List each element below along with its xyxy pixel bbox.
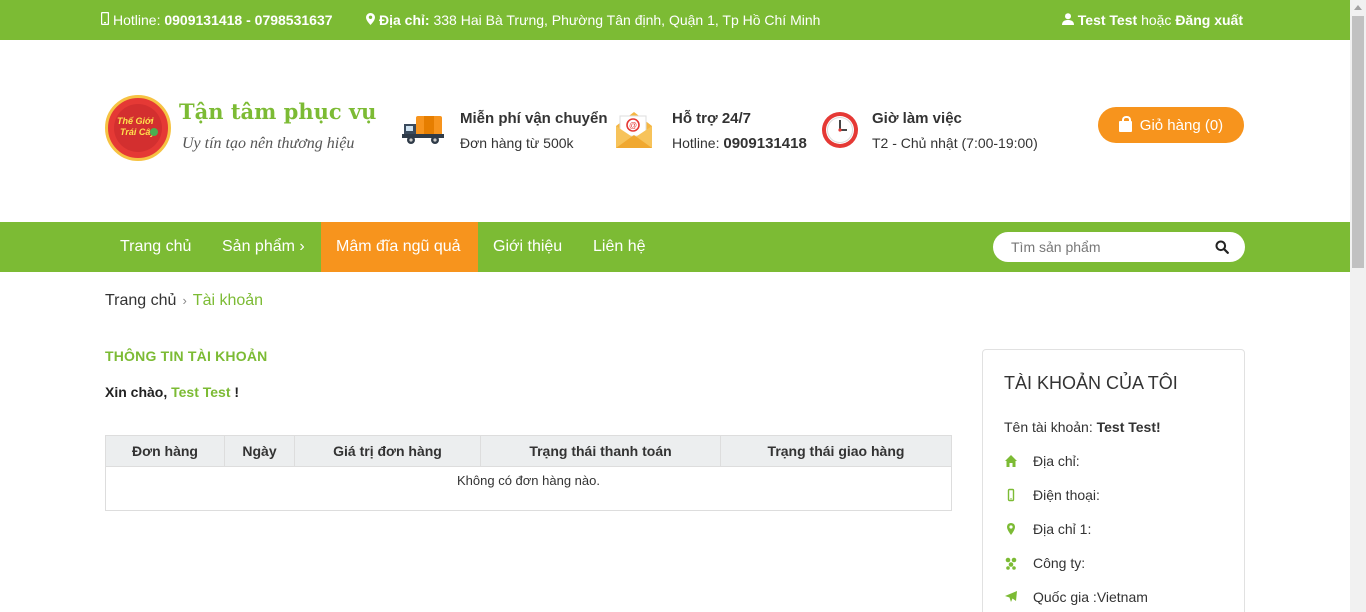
- account-name-row: Tên tài khoản: Test Test!: [1004, 419, 1161, 435]
- or-text: hoặc: [1141, 12, 1172, 28]
- company-row-label: Công ty:: [1033, 555, 1086, 571]
- cart-label: Giỏ hàng (0): [1139, 116, 1224, 134]
- topbar-hotline: Hotline: 0909131418 - 0798531637: [100, 11, 333, 28]
- feature-title: Hỗ trợ 24/7: [672, 110, 752, 127]
- phone-row-label: Điện thoại:: [1033, 487, 1100, 503]
- country-row-label: Quốc gia :Vietnam: [1033, 589, 1148, 605]
- feature-subtitle: Hotline: 0909131418: [672, 135, 807, 152]
- cart-button[interactable]: Giỏ hàng (0): [1098, 107, 1244, 143]
- home-icon: [1004, 454, 1018, 468]
- nav-item-fruit-trays[interactable]: Mâm đĩa ngũ quả: [321, 222, 478, 272]
- leaf-icon: [150, 128, 158, 136]
- topbar-address: Địa chỉ: 338 Hai Bà Trưng, Phường Tân đị…: [366, 12, 820, 28]
- plane-icon: [1004, 590, 1018, 604]
- address-row-label: Địa chỉ:: [1033, 453, 1080, 469]
- slogan-subtitle: Uy tín tạo nên thương hiệu: [182, 135, 355, 152]
- column-header-date: Ngày: [225, 436, 295, 467]
- support-hotline-value[interactable]: 0909131418: [723, 135, 806, 152]
- feature-title: Giờ làm việc: [872, 110, 962, 127]
- logout-link[interactable]: Đăng xuất: [1175, 12, 1243, 28]
- site-logo[interactable]: Thế Giới Trái Cây: [105, 95, 171, 161]
- user-name-link[interactable]: Test Test: [1078, 12, 1137, 28]
- breadcrumb-separator: ›: [182, 293, 187, 308]
- building-icon: [1004, 556, 1018, 570]
- page-scrollbar[interactable]: [1350, 0, 1366, 612]
- greeting: Xin chào, Test Test !: [105, 384, 239, 400]
- scrollbar-thumb[interactable]: [1352, 16, 1364, 268]
- search-input[interactable]: [1011, 239, 1201, 255]
- panel-title: TÀI KHOẢN CỦA TÔI: [1004, 373, 1178, 393]
- orders-empty-message: Không có đơn hàng nào.: [457, 473, 600, 488]
- shopping-bag-icon: [1118, 116, 1132, 132]
- clock-icon: [814, 108, 858, 152]
- orders-table-header: Đơn hàng Ngày Giá trị đơn hàng Trạng thá…: [106, 436, 951, 467]
- support-hotline-label: Hotline:: [672, 135, 720, 151]
- address-label: Địa chỉ:: [379, 12, 430, 28]
- scroll-up-arrow-icon[interactable]: [1354, 5, 1362, 10]
- address-1-row-label: Địa chỉ 1:: [1033, 521, 1092, 537]
- product-search: [993, 232, 1245, 262]
- nav-item-home[interactable]: Trang chủ: [105, 222, 206, 272]
- slogan-title: Tận tâm phục vụ: [179, 99, 377, 124]
- my-account-panel: TÀI KHOẢN CỦA TÔI Tên tài khoản: Test Te…: [982, 349, 1245, 612]
- greeting-suffix: !: [234, 384, 240, 400]
- column-header-order: Đơn hàng: [106, 436, 225, 467]
- feature-subtitle: Đơn hàng từ 500k: [460, 135, 574, 151]
- breadcrumb: Trang chủ › Tài khoản: [105, 292, 263, 310]
- greeting-prefix: Xin chào,: [105, 384, 168, 400]
- column-header-payment-status: Trạng thái thanh toán: [481, 436, 721, 467]
- map-marker-icon: [1004, 522, 1018, 536]
- email-support-icon: @: [614, 108, 658, 152]
- nav-item-about[interactable]: Giới thiệu: [478, 222, 577, 272]
- topbar: Hotline: 0909131418 - 0798531637 Địa chỉ…: [0, 0, 1350, 40]
- feature-title: Miễn phí vận chuyển: [460, 110, 608, 127]
- search-icon[interactable]: [1215, 240, 1229, 254]
- nav-item-contact[interactable]: Liên hệ: [578, 222, 661, 272]
- svg-text:@: @: [629, 121, 637, 130]
- breadcrumb-home[interactable]: Trang chủ: [105, 292, 176, 309]
- column-header-order-value: Giá trị đơn hàng: [295, 436, 481, 467]
- mobile-icon: [1004, 488, 1018, 502]
- delivery-truck-icon: [402, 108, 446, 152]
- greeting-name: Test Test: [171, 384, 231, 400]
- user-icon: [1061, 12, 1074, 28]
- topbar-account: Test Test hoặc Đăng xuất: [1061, 12, 1243, 28]
- breadcrumb-current: Tài khoản: [192, 292, 264, 309]
- section-title: THÔNG TIN TÀI KHOẢN: [105, 348, 268, 364]
- orders-table: Đơn hàng Ngày Giá trị đơn hàng Trạng thá…: [105, 435, 952, 511]
- account-name-label: Tên tài khoản:: [1004, 419, 1093, 435]
- mobile-icon: [100, 11, 110, 28]
- hotline-value[interactable]: 0909131418 - 0798531637: [164, 12, 332, 28]
- logo-text-line-1: Thế Giới: [117, 116, 154, 126]
- column-header-delivery-status: Trạng thái giao hàng: [767, 443, 905, 459]
- nav-item-products[interactable]: Sản phẩm ›: [207, 222, 320, 272]
- address-value: 338 Hai Bà Trưng, Phường Tân định, Quận …: [433, 12, 821, 28]
- hotline-label: Hotline:: [113, 12, 161, 28]
- account-name-value: Test Test!: [1096, 419, 1161, 435]
- feature-subtitle: T2 - Chủ nhật (7:00-19:00): [872, 135, 1038, 151]
- map-marker-icon: [366, 12, 375, 28]
